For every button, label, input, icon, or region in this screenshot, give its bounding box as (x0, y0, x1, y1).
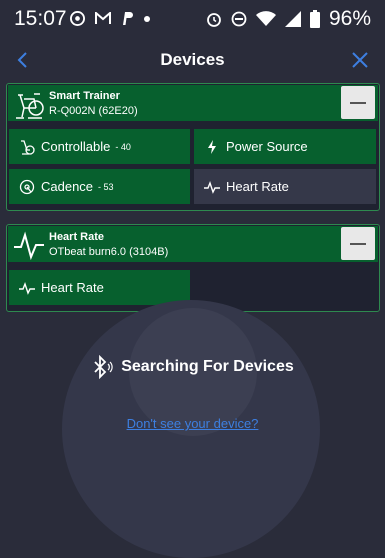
capability-cadence: Cadence - 53 (9, 169, 190, 204)
bike-icon (19, 139, 35, 155)
do-not-disturb-icon (231, 11, 247, 27)
dot-icon (144, 15, 150, 22)
capability-controllable: Controllable - 40 (9, 129, 190, 164)
device-header: Smart Trainer R-Q002N (62E20) (8, 85, 378, 121)
close-button[interactable] (349, 49, 371, 71)
capability-heart-rate: Heart Rate (9, 270, 190, 305)
notification-icons (70, 11, 150, 26)
capability-value: - 40 (115, 141, 131, 152)
device-name: Smart Trainer (49, 90, 120, 102)
signal-icon (284, 11, 301, 27)
heart-rate-icon (204, 179, 220, 195)
heart-rate-icon (12, 229, 46, 261)
bluetooth-searching-icon (91, 355, 113, 379)
status-time: 15:07 (14, 7, 67, 30)
remove-device-button[interactable] (341, 227, 375, 260)
device-card-heart-rate: Heart Rate OTbeat burn6.0 (3104B) Heart … (6, 224, 380, 312)
device-card-smart-trainer: Smart Trainer R-Q002N (62E20) Controllab… (6, 83, 380, 211)
system-icons: 96% (206, 7, 371, 31)
battery-percent: 96% (328, 7, 371, 30)
capability-label: Power Source (226, 139, 308, 154)
battery-icon (309, 10, 320, 28)
page-title: Devices (160, 50, 225, 69)
lightning-icon (204, 139, 220, 155)
paypal-icon (121, 11, 134, 26)
alarm-icon (206, 11, 222, 27)
capability-heart-rate: Heart Rate (194, 169, 376, 204)
capability-label: Heart Rate (226, 179, 289, 194)
gmail-icon (95, 12, 111, 25)
app-header: Devices (0, 40, 385, 80)
capability-power-source: Power Source (194, 129, 376, 164)
status-bar: 15:07 96% (0, 0, 385, 38)
device-id: R-Q002N (62E20) (49, 105, 138, 117)
searching-status: Searching For Devices (0, 355, 385, 379)
capability-label: Controllable (41, 139, 111, 154)
device-id: OTbeat burn6.0 (3104B) (49, 246, 169, 258)
missing-device-help-link[interactable]: Don't see your device? (0, 416, 385, 431)
capability-label: Cadence (41, 179, 94, 194)
searching-label: Searching For Devices (121, 358, 294, 375)
cadence-icon (19, 179, 35, 195)
device-header: Heart Rate OTbeat burn6.0 (3104B) (8, 226, 378, 262)
heart-rate-icon (19, 280, 35, 296)
bike-trainer-icon (12, 88, 46, 120)
device-name: Heart Rate (49, 231, 105, 243)
capability-value: - 53 (98, 181, 114, 192)
chrome-icon (70, 11, 85, 26)
remove-device-button[interactable] (341, 86, 375, 119)
capability-label: Heart Rate (41, 280, 104, 295)
wifi-icon (255, 11, 276, 27)
close-icon (352, 52, 368, 68)
